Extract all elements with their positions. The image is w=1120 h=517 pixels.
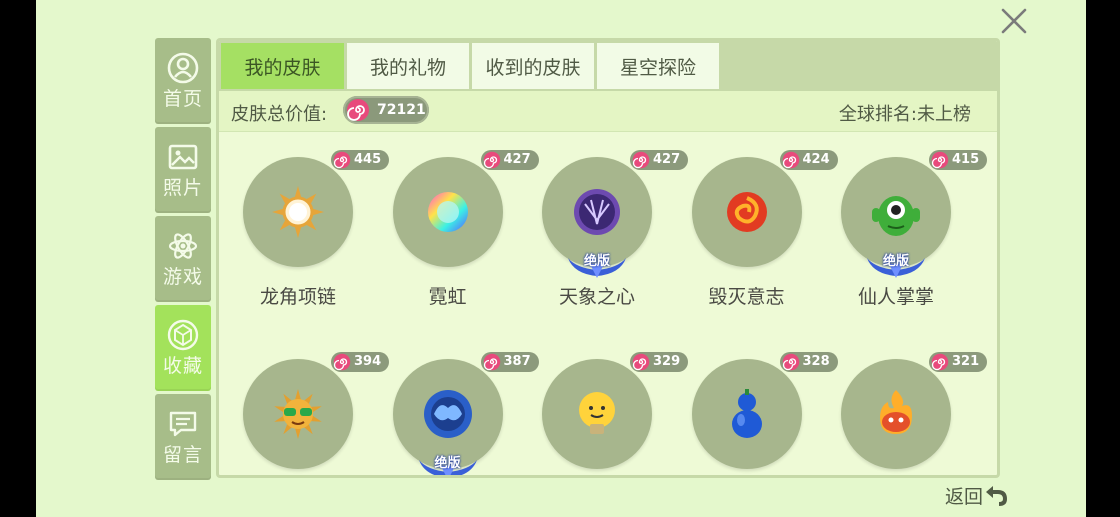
- skin-name: 龙角项链: [259, 286, 336, 308]
- neon-orb-icon: [420, 184, 476, 240]
- tab-bar: 我的皮肤 我的礼物 收到的皮肤 星空探险: [219, 41, 997, 91]
- gourd-icon: [719, 386, 775, 442]
- fire-swirl-icon: [719, 184, 775, 240]
- nav-label: 游戏: [162, 266, 203, 288]
- nav-item-messages[interactable]: 留言: [155, 394, 211, 480]
- skin-item[interactable]: 394: [221, 334, 389, 475]
- purple-orb-icon: [569, 184, 625, 240]
- skin-item[interactable]: 445 龙角项链: [221, 132, 389, 322]
- global-rank: 全球排名:未上榜: [839, 100, 971, 126]
- atom-icon: [168, 233, 198, 259]
- candy-icon: [632, 151, 650, 173]
- price-badge: 321: [929, 352, 987, 372]
- nav-item-photos[interactable]: 照片: [155, 127, 211, 213]
- profile-icon: [167, 52, 199, 84]
- flame-face-icon: [868, 386, 924, 442]
- light-bulb-icon: [569, 386, 625, 442]
- skin-name: 仙人掌掌: [857, 286, 934, 308]
- skin-item[interactable]: 424 毁灭意志: [670, 132, 838, 322]
- limited-badge: 绝版: [562, 250, 632, 280]
- nav-label: 首页: [162, 88, 203, 110]
- tab-received-skins[interactable]: 收到的皮肤: [472, 43, 594, 89]
- price-badge: 415: [929, 150, 987, 170]
- skin-name: 霓虹: [428, 286, 467, 308]
- skin-item[interactable]: 321: [819, 334, 987, 475]
- candy-icon: [333, 151, 351, 173]
- skin-item[interactable]: 绝版 415 仙人掌掌: [819, 132, 987, 322]
- back-arrow-icon: [986, 486, 1008, 506]
- nav-label: 收藏: [162, 355, 203, 377]
- price-value: 415: [952, 152, 980, 167]
- cactus-monster-icon: [868, 184, 924, 240]
- candy-icon: [782, 151, 800, 173]
- blue-dragon-icon: [420, 386, 476, 442]
- rank-value: 未上榜: [917, 104, 971, 125]
- candy-icon: [931, 151, 949, 173]
- total-value-label: 皮肤总价值:: [231, 104, 328, 125]
- sun-icon: [270, 184, 326, 240]
- limited-label: 绝版: [882, 254, 909, 269]
- tab-my-skins[interactable]: 我的皮肤: [221, 43, 344, 89]
- message-icon: [169, 411, 197, 437]
- skin-name: 天象之心: [558, 286, 635, 308]
- close-button[interactable]: [990, 0, 1038, 42]
- nav-item-collection[interactable]: 收藏: [155, 305, 211, 391]
- limited-badge: 绝版: [861, 250, 931, 280]
- tab-starry-adventure[interactable]: 星空探险: [597, 43, 719, 89]
- nav-item-home[interactable]: 首页: [155, 38, 211, 124]
- back-button[interactable]: 返回: [945, 478, 1019, 512]
- candy-icon: [632, 353, 650, 375]
- candy-icon: [483, 151, 501, 173]
- photo-icon: [168, 144, 198, 170]
- rank-label: 全球排名:: [838, 104, 917, 125]
- total-value-amount: 72121: [377, 102, 426, 118]
- limited-badge: 绝版: [413, 452, 483, 475]
- close-icon: [1001, 8, 1027, 34]
- total-value-pill: 72121: [343, 96, 429, 124]
- limited-label: 绝版: [434, 456, 461, 471]
- candy-icon: [333, 353, 351, 375]
- skin-grid: 445 龙角项链 427 霓虹 绝版 427 天象之心 424 毁灭意志绝版 415 仙人掌掌 394…: [219, 132, 997, 475]
- tab-my-gifts[interactable]: 我的礼物: [347, 43, 469, 89]
- nav-item-games[interactable]: 游戏: [155, 216, 211, 302]
- collection-panel: 我的皮肤 我的礼物 收到的皮肤 星空探险 皮肤总价值: 72121 全球排名:未…: [216, 38, 1000, 478]
- candy-icon: [483, 353, 501, 375]
- skin-name: 毁灭意志: [708, 286, 785, 308]
- side-nav: 首页 照片 游戏 收藏 留言: [155, 38, 211, 483]
- candy-icon: [931, 353, 949, 375]
- price-value: 321: [952, 354, 980, 369]
- value-bar: 皮肤总价值: 72121 全球排名:未上榜: [219, 91, 997, 132]
- diamond-icon: [167, 319, 199, 351]
- candy-icon: [346, 98, 370, 126]
- limited-label: 绝版: [583, 254, 610, 269]
- candy-icon: [782, 353, 800, 375]
- back-label: 返回: [945, 485, 984, 508]
- nav-label: 照片: [162, 177, 203, 199]
- skin-item[interactable]: 绝版 387: [371, 334, 539, 475]
- skin-item[interactable]: 427 霓虹: [371, 132, 539, 322]
- sunglasses-sun-icon: [270, 386, 326, 442]
- skin-item[interactable]: 329: [520, 334, 688, 475]
- skin-item[interactable]: 328: [670, 334, 838, 475]
- nav-label: 留言: [162, 444, 203, 466]
- skin-item[interactable]: 绝版 427 天象之心: [520, 132, 688, 322]
